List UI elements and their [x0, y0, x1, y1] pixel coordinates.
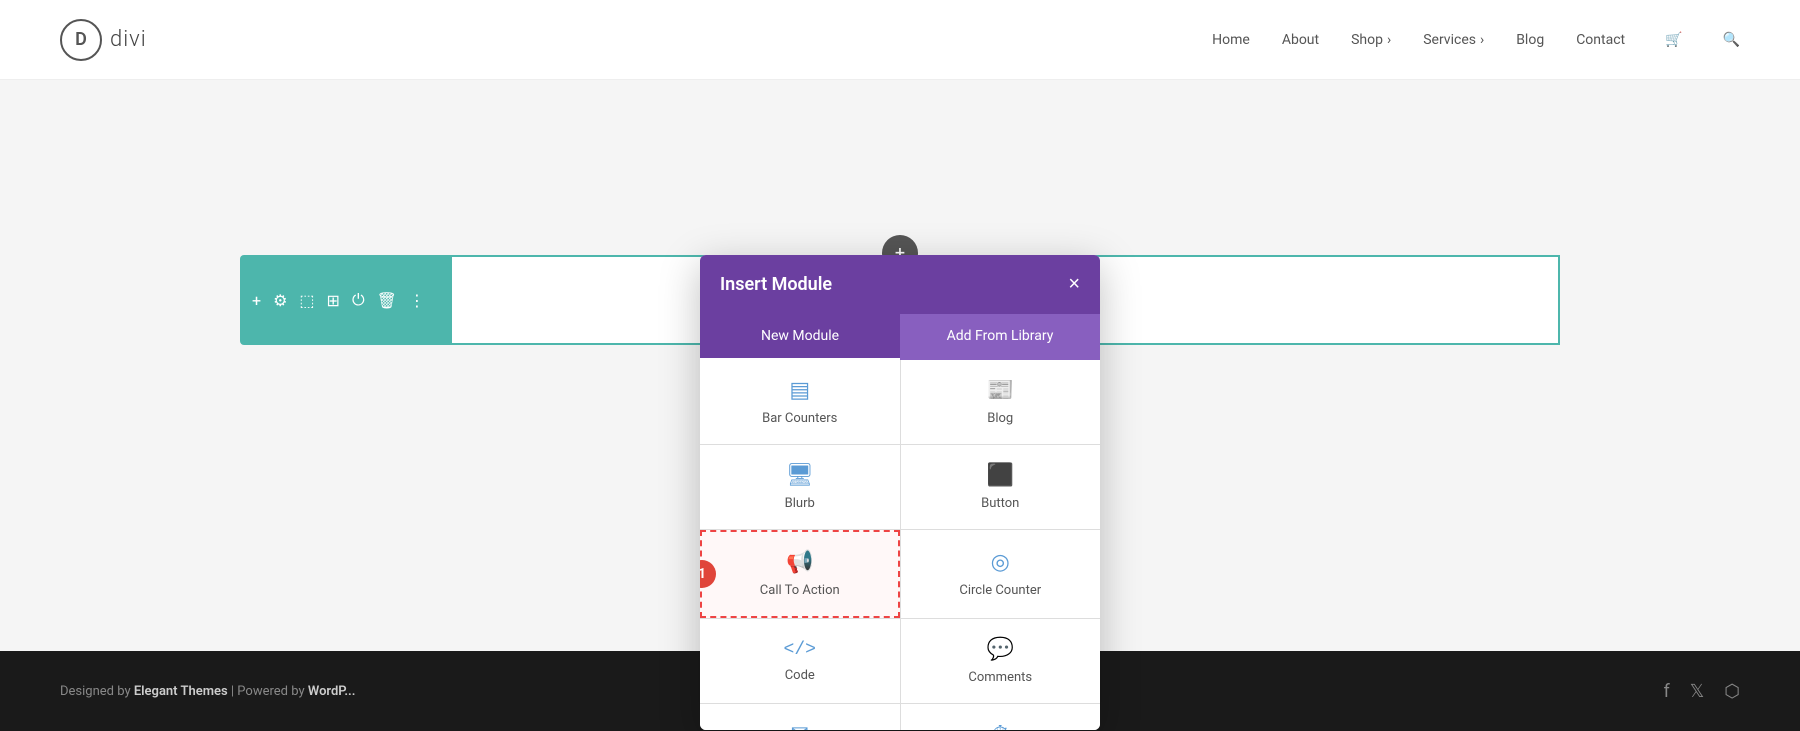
cart-icon[interactable]: 🛒: [1665, 32, 1682, 48]
tab-new-module[interactable]: New Module: [700, 314, 900, 360]
module-call-to-action[interactable]: 1 📢 Call To Action: [700, 530, 900, 618]
contact-form-icon: ✉: [791, 722, 809, 730]
wordpress-link[interactable]: WordP...: [308, 684, 356, 699]
power-icon[interactable]: ⏻: [352, 290, 365, 310]
module-button[interactable]: ⬛ Button: [901, 445, 1101, 529]
nav-shop[interactable]: Shop ›: [1351, 32, 1391, 48]
bar-counters-icon: ▤: [789, 378, 810, 403]
services-dropdown-icon: ›: [1480, 32, 1484, 48]
clone-icon[interactable]: ⬚: [299, 291, 314, 310]
nav-blog[interactable]: Blog: [1516, 32, 1544, 48]
shop-dropdown-icon: ›: [1387, 32, 1391, 48]
blog-icon: 📰: [987, 378, 1014, 403]
tab-add-from-library[interactable]: Add From Library: [900, 314, 1100, 360]
module-circle-counter[interactable]: ◎ Circle Counter: [901, 530, 1101, 618]
modal-title: Insert Module: [720, 274, 832, 295]
button-label: Button: [981, 496, 1019, 511]
instagram-icon[interactable]: ⬡: [1724, 681, 1740, 702]
module-blurb[interactable]: 🖥 Blurb: [700, 445, 900, 529]
logo-icon: D: [60, 19, 102, 61]
circle-counter-icon: ◎: [991, 550, 1010, 575]
comments-label: Comments: [968, 670, 1032, 685]
logo[interactable]: D divi: [60, 19, 147, 61]
circle-counter-label: Circle Counter: [959, 583, 1041, 598]
module-contact-form[interactable]: ✉ Contact Form: [700, 704, 900, 730]
modal-body: ▤ Bar Counters 📰 Blog 🖥 Blurb: [700, 360, 1100, 730]
module-blog[interactable]: 📰 Blog: [901, 360, 1101, 444]
module-comments[interactable]: 💬 Comments: [901, 619, 1101, 703]
elegant-themes-link[interactable]: Elegant Themes: [134, 684, 228, 699]
modal-close-button[interactable]: ×: [1068, 273, 1080, 296]
main-area: + + ⚙ ⬚ ⊞ ⏻ 🗑 ⋮ Insert Module ×: [0, 80, 1800, 731]
navbar: D divi Home About Shop › Services › Blog…: [0, 0, 1800, 80]
logo-text: divi: [110, 27, 147, 52]
more-icon[interactable]: ⋮: [409, 291, 425, 310]
modal-overlay: Insert Module × New Module Add From Libr…: [0, 80, 1800, 731]
code-icon: </>: [784, 640, 816, 660]
add-section-icon[interactable]: +: [252, 291, 261, 310]
selection-badge: 1: [700, 560, 716, 588]
call-to-action-label: Call To Action: [760, 583, 840, 598]
blog-label: Blog: [987, 411, 1013, 426]
settings-icon[interactable]: ⚙: [273, 291, 287, 310]
nav-home[interactable]: Home: [1212, 32, 1250, 48]
bar-counters-label: Bar Counters: [762, 411, 837, 426]
modal-tabs: New Module Add From Library: [700, 314, 1100, 360]
nav-about[interactable]: About: [1282, 32, 1319, 48]
grid-icon[interactable]: ⊞: [327, 291, 340, 310]
trash-icon[interactable]: 🗑: [377, 291, 397, 310]
blurb-label: Blurb: [785, 496, 815, 511]
button-icon: ⬛: [987, 463, 1014, 488]
blurb-icon: 🖥: [786, 463, 814, 488]
nav-services[interactable]: Services ›: [1423, 32, 1484, 48]
nav-links: Home About Shop › Services › Blog Contac…: [1212, 32, 1740, 48]
twitter-icon[interactable]: 𝕏: [1690, 681, 1705, 702]
search-icon[interactable]: 🔍: [1723, 32, 1740, 48]
module-code[interactable]: </> Code: [700, 619, 900, 703]
code-label: Code: [785, 668, 815, 683]
social-icons: f 𝕏 ⬡: [1664, 681, 1741, 702]
footer-text: Designed by Elegant Themes | Powered by …: [60, 684, 355, 699]
facebook-icon[interactable]: f: [1664, 681, 1670, 702]
module-grid: ▤ Bar Counters 📰 Blog 🖥 Blurb: [700, 360, 1100, 730]
section-toolbar: + ⚙ ⬚ ⊞ ⏻ 🗑 ⋮: [240, 255, 450, 345]
comments-icon: 💬: [987, 637, 1014, 662]
module-countdown-timer[interactable]: ⏱ Countdown Timer: [901, 704, 1101, 730]
call-to-action-icon: 📢: [786, 550, 813, 575]
insert-module-modal: Insert Module × New Module Add From Libr…: [700, 255, 1100, 730]
modal-header: Insert Module ×: [700, 255, 1100, 314]
countdown-timer-icon: ⏱: [992, 722, 1009, 730]
nav-contact[interactable]: Contact: [1576, 32, 1625, 48]
module-bar-counters[interactable]: ▤ Bar Counters: [700, 360, 900, 444]
